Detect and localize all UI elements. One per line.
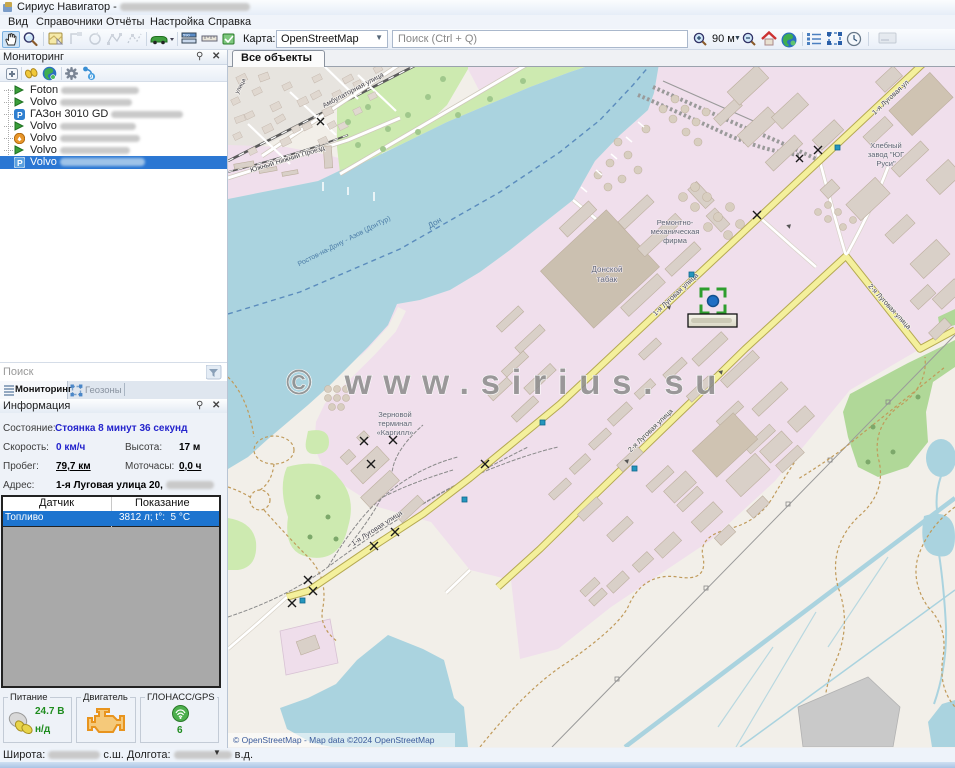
svg-text:«Каргилл»: «Каргилл» (377, 428, 414, 437)
svg-text:590: 590 (183, 33, 190, 38)
svg-text:Руси": Руси" (876, 159, 896, 168)
svg-text:Донской: Донской (592, 265, 623, 274)
svg-text:фирма: фирма (663, 236, 688, 245)
svg-text:терминал: терминал (378, 419, 412, 428)
svg-text:механическая: механическая (651, 227, 700, 236)
svg-text:Хлебный: Хлебный (870, 141, 901, 150)
svg-text:© OpenStreetMap - Map data ©20: © OpenStreetMap - Map data ©2024 OpenStr… (233, 735, 435, 745)
svg-text:P: P (17, 110, 23, 120)
svg-text:9: 9 (90, 74, 94, 81)
svg-text:табак: табак (597, 275, 618, 284)
svg-text:© www.sirius.su: © www.sirius.su (286, 363, 728, 402)
svg-text:Ремонтно-: Ремонтно- (657, 218, 694, 227)
svg-text:P: P (17, 158, 23, 168)
svg-text:Зерновой: Зерновой (378, 410, 411, 419)
svg-text:завод "ЮГ: завод "ЮГ (868, 150, 904, 159)
